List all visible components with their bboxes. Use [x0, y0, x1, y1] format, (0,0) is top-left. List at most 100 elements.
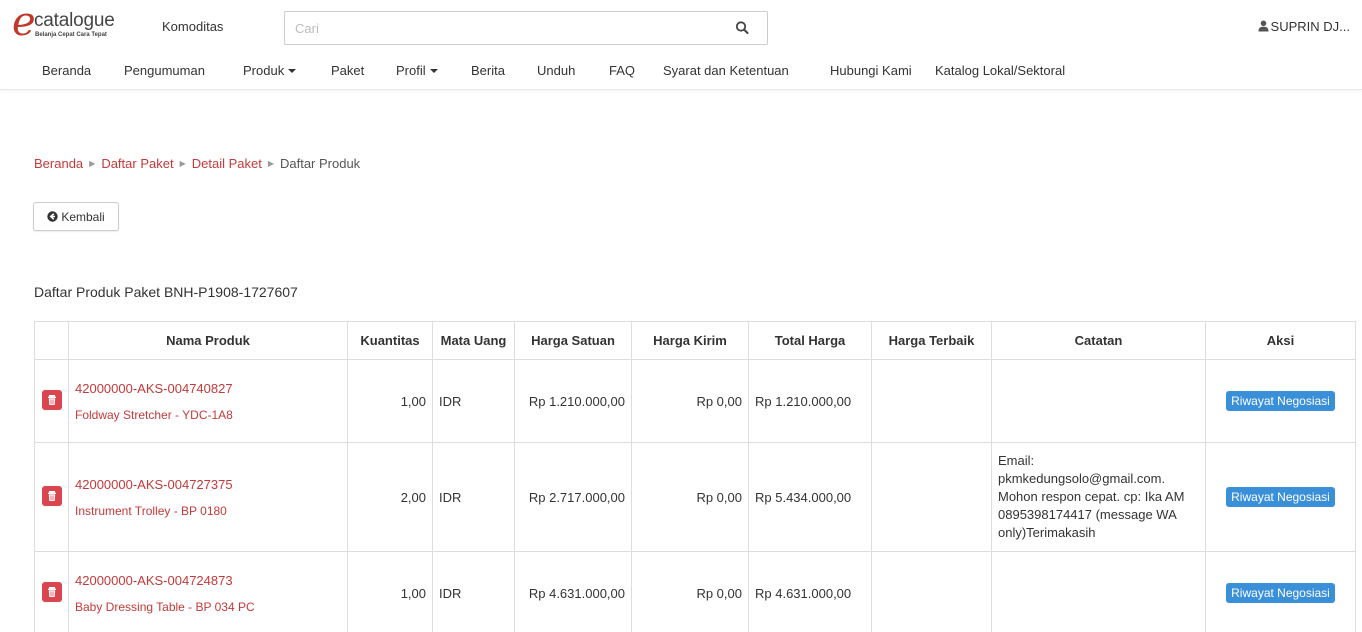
- header-mata-uang: Mata Uang: [432, 321, 515, 360]
- header-total-harga: Total Harga: [748, 321, 872, 360]
- trash-icon: [47, 490, 56, 501]
- search-input[interactable]: [285, 12, 705, 44]
- nav-pengumuman[interactable]: Pengumuman: [124, 63, 205, 78]
- shipping-cell: Rp 0,00: [631, 359, 749, 443]
- currency-cell: IDR: [432, 442, 515, 552]
- header-harga-terbaik: Harga Terbaik: [871, 321, 992, 360]
- trash-icon: [47, 586, 56, 597]
- search-box: [284, 11, 768, 45]
- nav-berita[interactable]: Berita: [471, 63, 505, 78]
- ecatalogue-logo[interactable]: e catalogue Belanja Cepat Cara Tepat: [12, 2, 142, 46]
- logo-tagline: Belanja Cepat Cara Tepat: [35, 32, 107, 38]
- circle-arrow-left-icon: [47, 211, 59, 222]
- nav-paket[interactable]: Paket: [331, 63, 364, 78]
- back-button[interactable]: Kembali: [33, 202, 119, 231]
- product-name-link[interactable]: Foldway Stretcher - YDC-1A8: [75, 408, 341, 422]
- nav-unduh[interactable]: Unduh: [537, 63, 575, 78]
- breadcrumb-beranda[interactable]: Beranda: [34, 156, 83, 171]
- note-cell: [991, 359, 1206, 443]
- breadcrumb-separator-icon: ▶: [179, 159, 186, 168]
- table-row: 42000000-AKS-004724873 Baby Dressing Tab…: [34, 551, 1356, 632]
- product-cell: 42000000-AKS-004740827 Foldway Stretcher…: [68, 359, 348, 443]
- unit-price-cell: Rp 1.210.000,00: [514, 359, 632, 443]
- header-kuantitas: Kuantitas: [347, 321, 433, 360]
- nav-produk-label: Produk: [243, 63, 285, 78]
- delete-cell: [34, 442, 69, 552]
- best-price-cell: [871, 442, 992, 552]
- product-code-link[interactable]: 42000000-AKS-004727375: [75, 477, 341, 492]
- top-bar: e catalogue Belanja Cepat Cara Tepat Kom…: [0, 0, 1362, 58]
- page-title: Daftar Produk Paket BNH-P1908-1727607: [34, 284, 298, 300]
- chevron-down-icon: [288, 69, 297, 73]
- unit-price-cell: Rp 2.717.000,00: [514, 442, 632, 552]
- delete-button[interactable]: [41, 581, 62, 602]
- header-harga-satuan: Harga Satuan: [514, 321, 632, 360]
- product-code-link[interactable]: 42000000-AKS-004724873: [75, 573, 341, 588]
- user-menu[interactable]: SUPRIN DJ...: [1258, 19, 1350, 34]
- nav-faq[interactable]: FAQ: [609, 63, 635, 78]
- table-row: 42000000-AKS-004727375 Instrument Trolle…: [34, 442, 1356, 552]
- currency-cell: IDR: [432, 359, 515, 443]
- chevron-down-icon: [429, 69, 438, 73]
- action-cell: Riwayat Negosiasi: [1205, 442, 1356, 552]
- product-name-link[interactable]: Instrument Trolley - BP 0180: [75, 504, 341, 518]
- nav-hubungi[interactable]: Hubungi Kami: [830, 63, 912, 78]
- search-icon: [735, 21, 749, 34]
- product-table: Nama Produk Kuantitas Mata Uang Harga Sa…: [34, 321, 1356, 632]
- action-cell: Riwayat Negosiasi: [1205, 551, 1356, 632]
- breadcrumb: Beranda ▶ Daftar Paket ▶ Detail Paket ▶ Daftar…: [34, 156, 360, 171]
- delete-button[interactable]: [41, 389, 62, 410]
- note-cell: Email: pkmkedungsolo@gmail.com. Mohon re…: [991, 442, 1206, 552]
- user-name: SUPRIN DJ...: [1270, 19, 1350, 34]
- nav-produk[interactable]: Produk: [243, 63, 297, 78]
- riwayat-negosiasi-button[interactable]: Riwayat Negosiasi: [1226, 391, 1335, 411]
- komoditas-menu[interactable]: Komoditas: [162, 19, 223, 34]
- shipping-cell: Rp 0,00: [631, 551, 749, 632]
- main-nav: Beranda Pengumuman Produk Paket Profil B…: [0, 58, 1362, 90]
- header-delete: [34, 321, 69, 360]
- best-price-cell: [871, 551, 992, 632]
- table-header-row: Nama Produk Kuantitas Mata Uang Harga Sa…: [34, 321, 1356, 360]
- product-code-link[interactable]: 42000000-AKS-004740827: [75, 381, 341, 396]
- nav-profil-label: Profil: [396, 63, 426, 78]
- quantity-cell: 1,00: [347, 551, 433, 632]
- delete-button[interactable]: [41, 485, 62, 506]
- trash-icon: [47, 394, 56, 405]
- product-cell: 42000000-AKS-004727375 Instrument Trolle…: [68, 442, 348, 552]
- quantity-cell: 1,00: [347, 359, 433, 443]
- riwayat-negosiasi-button[interactable]: Riwayat Negosiasi: [1226, 583, 1335, 603]
- back-button-label: Kembali: [61, 209, 105, 224]
- action-cell: Riwayat Negosiasi: [1205, 359, 1356, 443]
- unit-price-cell: Rp 4.631.000,00: [514, 551, 632, 632]
- total-price-cell: Rp 4.631.000,00: [748, 551, 872, 632]
- delete-cell: [34, 359, 69, 443]
- product-cell: 42000000-AKS-004724873 Baby Dressing Tab…: [68, 551, 348, 632]
- nav-syarat[interactable]: Syarat dan Ketentuan: [663, 63, 789, 78]
- breadcrumb-current: Daftar Produk: [279, 156, 361, 171]
- logo-wordmark: catalogue: [34, 10, 115, 31]
- breadcrumb-separator-icon: ▶: [89, 159, 96, 168]
- note-cell: [991, 551, 1206, 632]
- header-harga-kirim: Harga Kirim: [631, 321, 749, 360]
- header-catatan: Catatan: [991, 321, 1206, 360]
- product-name-link[interactable]: Baby Dressing Table - BP 034 PC: [75, 600, 341, 614]
- best-price-cell: [871, 359, 992, 443]
- quantity-cell: 2,00: [347, 442, 433, 552]
- breadcrumb-daftar-paket[interactable]: Daftar Paket: [101, 156, 173, 171]
- header-aksi: Aksi: [1205, 321, 1356, 360]
- riwayat-negosiasi-button[interactable]: Riwayat Negosiasi: [1226, 487, 1335, 507]
- breadcrumb-separator-icon: ▶: [267, 159, 274, 168]
- nav-profil[interactable]: Profil: [396, 63, 438, 78]
- logo-e-glyph: e: [12, 0, 36, 45]
- currency-cell: IDR: [432, 551, 515, 632]
- table-row: 42000000-AKS-004740827 Foldway Stretcher…: [34, 359, 1356, 443]
- delete-cell: [34, 551, 69, 632]
- header-nama-produk: Nama Produk: [68, 321, 348, 360]
- search-button[interactable]: [717, 12, 767, 44]
- user-icon: [1258, 20, 1269, 32]
- nav-beranda[interactable]: Beranda: [42, 63, 91, 78]
- total-price-cell: Rp 1.210.000,00: [748, 359, 872, 443]
- nav-katalog-lokal[interactable]: Katalog Lokal/Sektoral: [935, 63, 1065, 78]
- breadcrumb-detail-paket[interactable]: Detail Paket: [192, 156, 262, 171]
- total-price-cell: Rp 5.434.000,00: [748, 442, 872, 552]
